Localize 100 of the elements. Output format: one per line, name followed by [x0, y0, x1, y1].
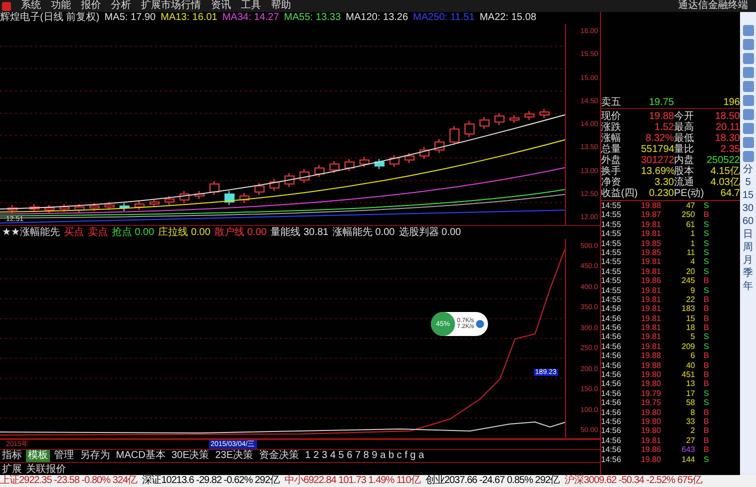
quote-value: 196	[722, 97, 740, 108]
quote-value: 19.75	[648, 97, 674, 108]
tick-volume: 144	[680, 454, 695, 464]
toolbar-icon[interactable]	[742, 25, 754, 36]
candle	[330, 160, 340, 174]
toolbar-icon[interactable]	[742, 67, 754, 78]
menu-item[interactable]: 报价	[81, 0, 101, 12]
toolbar-icon[interactable]	[742, 137, 754, 148]
quote-value: 0.230	[648, 188, 674, 199]
tick-side: S	[702, 248, 709, 258]
tick-price: 19.80	[640, 454, 661, 464]
indicator-legend: 卖点	[88, 226, 108, 239]
tick-volume: 245	[680, 276, 695, 286]
indicator-title: ★★涨幅能先	[2, 226, 60, 239]
quote-label: 最高	[674, 122, 695, 133]
menu-item[interactable]: 工具	[241, 0, 261, 12]
index-quote: 创业2037.66 -24.67 0.85% 292亿	[425, 475, 560, 487]
menu-item[interactable]: 分析	[111, 0, 131, 12]
tick-volume: 18	[685, 323, 695, 332]
indicator-tab[interactable]: 管理	[52, 450, 76, 462]
toolbar-icon[interactable]	[742, 95, 754, 106]
tick-time: 14:56	[601, 304, 622, 314]
candle	[134, 200, 144, 210]
candle	[210, 180, 220, 196]
tick-volume: 40	[685, 360, 695, 370]
period-button[interactable]: 5	[745, 177, 751, 189]
extension-tab[interactable]: 关联报价	[26, 464, 66, 476]
period-button[interactable]: 年	[743, 281, 754, 293]
tick-volume: 33	[685, 416, 695, 426]
extension-tab[interactable]: 扩展	[2, 464, 22, 476]
tick-volume: 209	[680, 342, 695, 352]
toolbar-icon[interactable]	[742, 81, 754, 92]
indicator-tab[interactable]: 模板	[26, 450, 50, 462]
tick-price: 19.86	[640, 445, 661, 455]
quote-label: 量比	[674, 144, 695, 155]
quote-label: 卖五	[601, 97, 622, 108]
quote-value: 3.30	[654, 177, 674, 188]
tick-time: 14:55	[601, 257, 622, 267]
tick-time: 14:55	[601, 286, 622, 295]
app-logo-icon[interactable]	[2, 2, 11, 10]
tick-volume: 183	[680, 304, 695, 314]
tick-volume: 8	[690, 408, 695, 417]
tick-side: B	[702, 351, 709, 361]
tick-volume: 6	[690, 351, 695, 361]
quote-label: 内盘	[674, 155, 695, 166]
toolbar-icon[interactable]	[742, 39, 754, 50]
tick-price: 19.81	[640, 294, 661, 304]
tick-side: B	[702, 408, 709, 417]
menu-item[interactable]: 资讯	[211, 0, 231, 12]
quote-value: 18.50	[714, 111, 740, 122]
toolbar-icon[interactable]	[742, 151, 754, 162]
tick-time: 14:55	[601, 276, 622, 286]
candle	[164, 196, 174, 206]
toolbar-icon[interactable]	[742, 53, 754, 64]
candle	[270, 178, 280, 192]
tick-time: 14:55	[601, 210, 622, 220]
period-button[interactable]: 60	[742, 216, 754, 228]
toolbar-icon[interactable]	[742, 109, 754, 120]
period-button[interactable]: 30	[742, 203, 754, 215]
candle	[150, 198, 160, 208]
indicator-tab[interactable]: 23E决策	[213, 450, 256, 462]
tick-side: S	[702, 201, 709, 210]
tick-side: S	[702, 342, 709, 352]
candle	[374, 158, 384, 170]
tick-volume: 643	[680, 445, 695, 455]
menu-item[interactable]: 功能	[51, 0, 71, 12]
tick-volume: 1	[690, 229, 695, 239]
toolbar-icon[interactable]	[742, 123, 754, 134]
tick-volume: 451	[680, 370, 695, 380]
period-button[interactable]: 周	[743, 242, 754, 254]
tick-price: 19.86	[640, 276, 661, 286]
indicator-legend: 选股判器 0.00	[398, 226, 461, 239]
tick-price: 19.88	[640, 360, 661, 370]
tick-volume: 47	[685, 201, 695, 210]
indicator-tab[interactable]: 指标	[0, 450, 24, 462]
tick-price: 19.81	[640, 323, 661, 332]
candle	[284, 172, 294, 188]
indicator-tab[interactable]: MACD基本	[114, 450, 168, 462]
period-button[interactable]: 月	[743, 255, 754, 267]
indicator-tab[interactable]: 30E决策	[169, 450, 212, 462]
period-button[interactable]: 日	[743, 229, 754, 241]
period-button[interactable]: 15	[742, 190, 754, 202]
tick-side: S	[702, 266, 709, 276]
tick-price: 19.81	[640, 342, 661, 352]
tick-side: B	[702, 294, 709, 304]
candle	[540, 108, 550, 118]
indicator-tab[interactable]: 资金决策	[257, 450, 302, 462]
tick-side: B	[702, 416, 709, 426]
tick-price: 19.81	[640, 266, 661, 276]
period-button[interactable]: 分	[743, 164, 754, 176]
tick-volume: 13	[685, 379, 695, 389]
quote-label: 涨跌	[601, 122, 622, 133]
tick-volume: 11	[686, 248, 695, 258]
period-button[interactable]: 季	[743, 268, 754, 280]
quote-value: 2.35	[720, 144, 740, 155]
indicator-tab[interactable]: 1 2 3 4 5 6 7 8 9 a b c f g a	[303, 450, 426, 462]
menu-item[interactable]: 帮助	[271, 0, 291, 12]
candle	[120, 202, 130, 212]
indicator-tab[interactable]: 另存为	[78, 450, 112, 462]
speed-dot-icon	[476, 320, 484, 328]
